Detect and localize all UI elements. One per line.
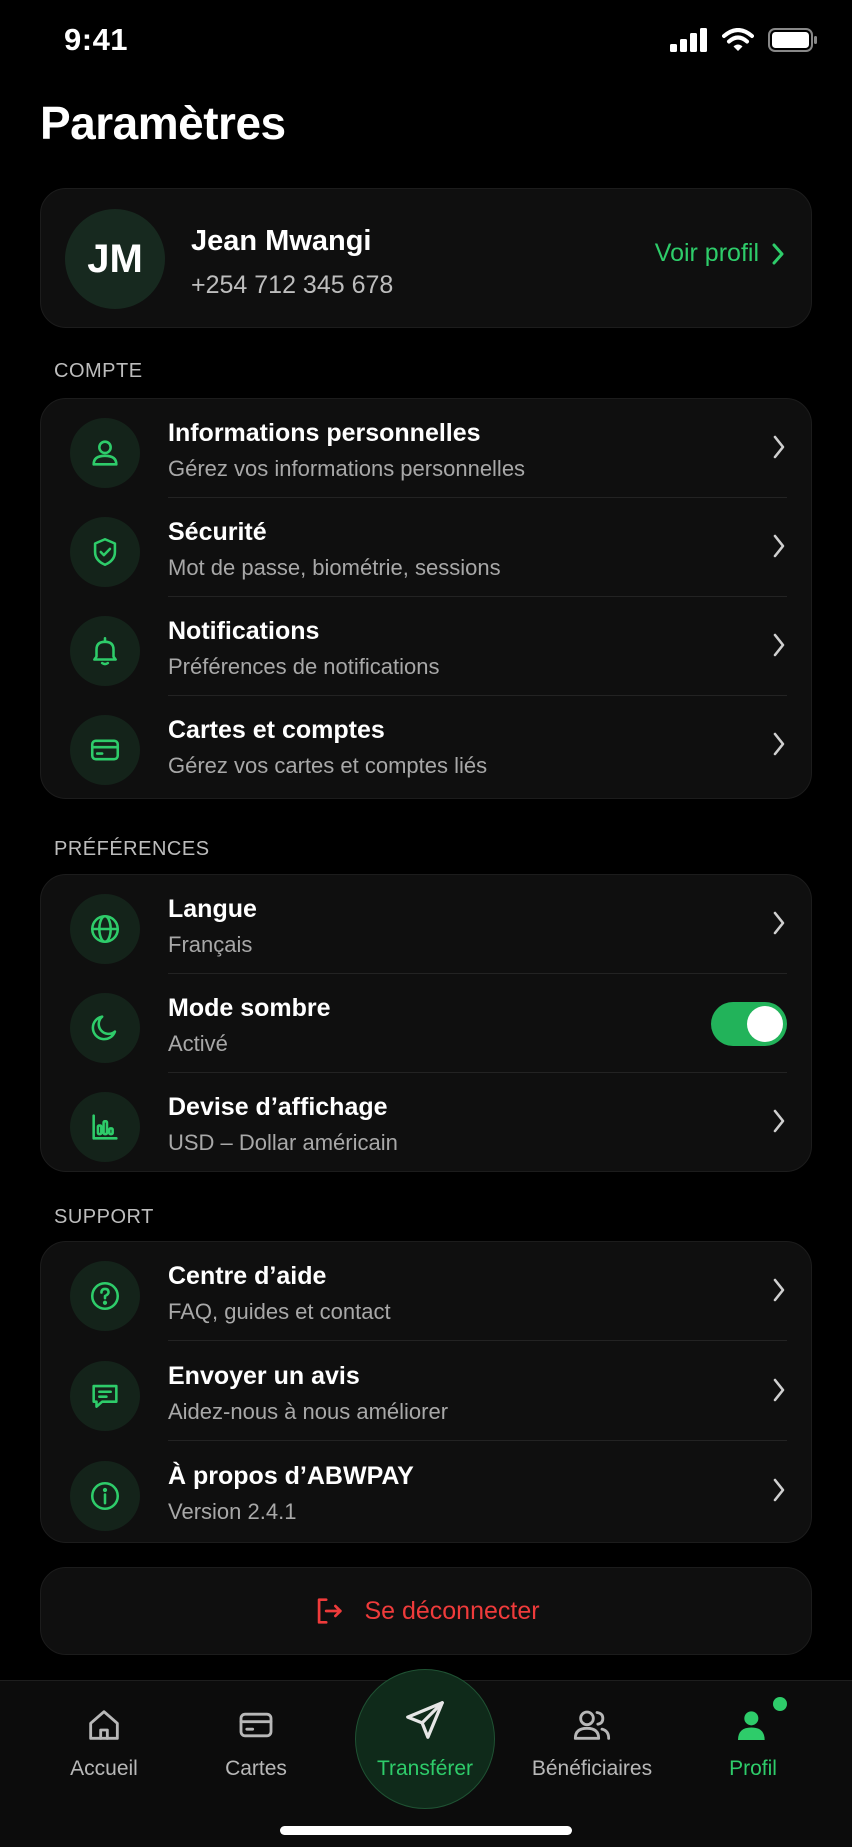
status-time: 9:41	[64, 22, 129, 57]
tab-profile[interactable]: Profil	[683, 1697, 823, 1781]
battery-icon	[768, 28, 817, 52]
section-label-support: SUPPORT	[54, 1206, 154, 1228]
settings-row-about[interactable]: À propos d’ABWPAY Version 2.4.1	[41, 1442, 813, 1541]
chevron-right-icon	[773, 911, 785, 935]
user-icon	[70, 418, 140, 488]
tab-home[interactable]: Accueil	[34, 1705, 174, 1781]
settings-row-dark-mode: Mode sombre Activé	[41, 974, 813, 1073]
status-bar: 9:41	[0, 0, 852, 90]
tab-bar: Accueil Cartes Transférer Bénéficiaires …	[0, 1669, 852, 1847]
row-title: Envoyer un avis	[168, 1362, 360, 1390]
row-title: Sécurité	[168, 518, 267, 546]
view-profile-label: Voir profil	[654, 239, 759, 267]
tab-transfer[interactable]: Transférer	[355, 1669, 495, 1809]
tab-label: Profil	[729, 1757, 777, 1780]
chevron-right-icon	[773, 1378, 785, 1402]
row-subtitle: Gérez vos informations personnelles	[168, 456, 526, 481]
settings-row-notifications[interactable]: Notifications Préférences de notificatio…	[41, 597, 813, 696]
tab-cards[interactable]: Cartes	[186, 1705, 326, 1781]
toggle-knob	[747, 1006, 783, 1042]
profile-phone: +254 712 345 678	[191, 271, 394, 299]
avatar-initials: JM	[87, 236, 143, 281]
tab-label: Accueil	[70, 1757, 138, 1780]
chevron-right-icon	[773, 534, 785, 558]
status-icons	[670, 28, 818, 52]
tab-label: Transférer	[376, 1757, 474, 1780]
row-title: Langue	[168, 895, 257, 923]
help-icon	[70, 1261, 140, 1331]
message-icon	[70, 1361, 140, 1431]
row-subtitle: Gérez vos cartes et comptes liés	[168, 753, 488, 778]
row-subtitle: Mot de passe, biométrie, sessions	[168, 555, 501, 580]
logout-icon	[318, 1598, 343, 1624]
settings-row-personal-info[interactable]: Informations personnelles Gérez vos info…	[41, 399, 813, 498]
row-subtitle: USD – Dollar américain	[168, 1130, 398, 1155]
settings-row-security[interactable]: Sécurité Mot de passe, biométrie, sessio…	[41, 498, 813, 597]
card-icon	[239, 1712, 273, 1738]
credit-card-icon	[70, 715, 140, 785]
section-label-account: COMPTE	[54, 360, 143, 382]
users-icon	[573, 1710, 611, 1740]
profile-card[interactable]: JM Jean Mwangi +254 712 345 678 Voir pro…	[40, 188, 812, 328]
home-indicator	[280, 1826, 572, 1835]
avatar: JM	[65, 209, 165, 309]
settings-row-language[interactable]: Langue Français	[41, 875, 813, 974]
support-card: Centre d’aide FAQ, guides et contact Env…	[40, 1241, 812, 1543]
row-title: Devise d’affichage	[168, 1093, 388, 1121]
tab-beneficiaries[interactable]: Bénéficiaires	[522, 1705, 662, 1781]
row-title: À propos d’ABWPAY	[168, 1462, 414, 1490]
row-subtitle: Préférences de notifications	[168, 654, 440, 679]
tab-label: Cartes	[225, 1757, 287, 1780]
chart-icon	[70, 1092, 140, 1162]
chevron-right-icon	[772, 243, 784, 264]
notification-dot	[773, 1697, 787, 1711]
shield-check-icon	[70, 517, 140, 587]
tab-label: Bénéficiaires	[531, 1757, 653, 1780]
send-icon	[406, 1701, 444, 1739]
view-profile-link[interactable]: Voir profil	[655, 239, 785, 268]
wifi-icon	[722, 28, 754, 51]
account-card: Informations personnelles Gérez vos info…	[40, 398, 812, 799]
chevron-right-icon	[773, 633, 785, 657]
chevron-right-icon	[773, 732, 785, 756]
chevron-right-icon	[773, 1109, 785, 1133]
chevron-right-icon	[773, 435, 785, 459]
row-title: Cartes et comptes	[168, 716, 385, 744]
row-title: Notifications	[168, 617, 320, 645]
bell-icon	[70, 616, 140, 686]
row-subtitle: Français	[168, 932, 253, 957]
chevron-right-icon	[773, 1478, 785, 1502]
settings-row-feedback[interactable]: Envoyer un avis Aidez-nous à nous amélio…	[41, 1342, 813, 1441]
moon-icon	[70, 993, 140, 1063]
cellular-signal-icon	[670, 28, 707, 52]
divider	[168, 1440, 787, 1441]
page-title: Paramètres	[40, 97, 286, 149]
divider	[168, 1340, 787, 1341]
row-subtitle: Activé	[168, 1031, 228, 1056]
profile-name: Jean Mwangi	[191, 225, 372, 257]
home-icon	[89, 1710, 119, 1740]
section-label-preferences: PRÉFÉRENCES	[54, 838, 210, 860]
dark-mode-toggle[interactable]	[711, 1002, 787, 1046]
row-subtitle: FAQ, guides et contact	[168, 1299, 391, 1324]
preferences-card: Langue Français Mode sombre Activé Devis…	[40, 874, 812, 1172]
settings-row-display-currency[interactable]: Devise d’affichage USD – Dollar américai…	[41, 1073, 813, 1172]
row-subtitle: Aidez-nous à nous améliorer	[168, 1399, 449, 1424]
logout-label: Se déconnecter	[364, 1596, 540, 1625]
settings-row-help-center[interactable]: Centre d’aide FAQ, guides et contact	[41, 1242, 813, 1341]
row-title: Informations personnelles	[168, 419, 481, 447]
settings-row-cards-accounts[interactable]: Cartes et comptes Gérez vos cartes et co…	[41, 696, 813, 795]
row-title: Centre d’aide	[168, 1262, 327, 1290]
row-title: Mode sombre	[168, 994, 331, 1022]
globe-icon	[70, 894, 140, 964]
info-icon	[70, 1461, 140, 1531]
profile-icon	[738, 1711, 765, 1740]
chevron-right-icon	[773, 1278, 785, 1302]
logout-button[interactable]: Se déconnecter	[40, 1567, 812, 1655]
row-subtitle: Version 2.4.1	[168, 1499, 297, 1524]
